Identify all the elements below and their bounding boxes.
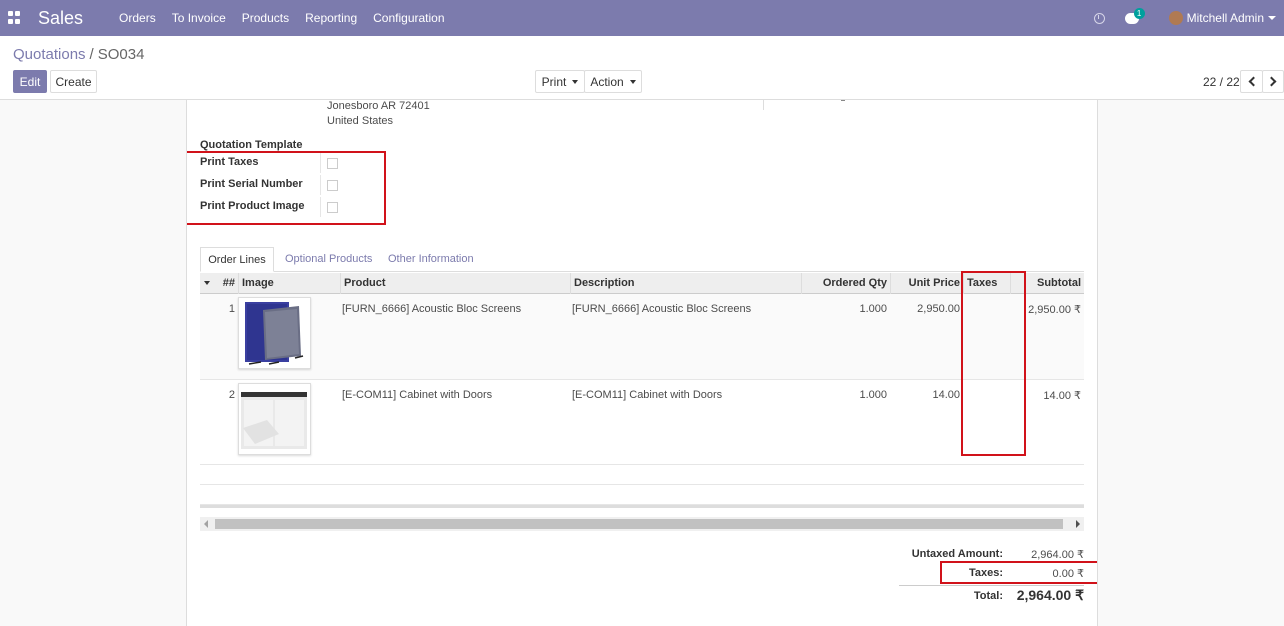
line-product: [E-COM11] Cabinet with Doors <box>342 389 493 401</box>
table-row[interactable]: 2 [E-COM11] Cabinet with Doors [E-COM11]… <box>200 380 1084 465</box>
form-sheet: Jonesboro AR 72401 United States Quotati… <box>186 100 1098 626</box>
highlight-taxes-total <box>940 561 1097 584</box>
address-line-1: Jonesboro AR 72401 <box>327 100 430 112</box>
pager-value[interactable]: 22 / 22 <box>1203 75 1240 89</box>
caret-down-icon[interactable] <box>204 281 210 285</box>
chevron-left-icon <box>1248 76 1258 87</box>
column-unit-price[interactable]: Unit Price <box>890 273 963 294</box>
line-description: [FURN_6666] Acoustic Bloc Screens <box>572 303 752 315</box>
control-panel: Quotations / SO034 Edit Create Print Actio… <box>0 36 1284 100</box>
group-separator <box>763 100 764 110</box>
pager-previous-button[interactable] <box>1240 70 1263 93</box>
column-ordered-qty[interactable]: Ordered Qty <box>801 273 890 294</box>
tab-order-lines[interactable]: Order Lines <box>200 247 274 272</box>
total-value: 2,964.00 ₹ <box>1016 587 1084 603</box>
line-ordered-qty: 1.000 <box>859 389 887 401</box>
clock-icon[interactable] <box>1093 12 1105 24</box>
horizontal-scrollbar[interactable] <box>200 517 1084 531</box>
print-button[interactable]: Print <box>535 70 585 93</box>
menu-products[interactable]: Products <box>234 11 297 25</box>
breadcrumb-separator: / <box>89 46 94 63</box>
edit-button[interactable]: Edit <box>13 70 47 93</box>
column-description[interactable]: Description <box>570 273 801 294</box>
pager-next-button[interactable] <box>1262 70 1284 93</box>
totals-divider <box>899 585 1084 586</box>
line-number: 1 <box>228 303 235 315</box>
chat-icon[interactable]: 1 <box>1124 7 1145 24</box>
action-button[interactable]: Action <box>584 70 642 93</box>
notebook-tabs: Order Lines Optional Products Other Info… <box>200 247 1084 272</box>
tab-other-information[interactable]: Other Information <box>388 247 474 272</box>
line-description: [E-COM11] Cabinet with Doors <box>572 389 723 401</box>
avatar[interactable] <box>1168 11 1183 25</box>
caret-down-icon <box>572 79 579 84</box>
untaxed-amount-label: Untaxed Amount: <box>911 548 1003 560</box>
caret-down-icon <box>629 79 636 84</box>
chevron-right-icon <box>1266 76 1277 87</box>
user-name[interactable]: Mitchell Admin <box>1187 11 1264 25</box>
scroll-right-icon[interactable] <box>1076 520 1080 528</box>
chat-badge: 1 <box>1133 7 1145 19</box>
line-unit-price: 14.00 <box>932 389 960 401</box>
product-image <box>238 297 311 369</box>
menu-configuration[interactable]: Configuration <box>365 11 452 25</box>
column-image[interactable]: Image <box>238 273 340 294</box>
empty-row <box>200 485 1084 505</box>
menu-to-invoice[interactable]: To Invoice <box>164 11 234 25</box>
create-button[interactable]: Create <box>50 70 97 93</box>
menu-orders[interactable]: Orders <box>111 11 164 25</box>
apps-icon[interactable] <box>8 11 22 25</box>
column-number[interactable]: ## <box>214 273 238 294</box>
line-unit-price: 2,950.00 <box>917 303 960 315</box>
breadcrumb-current: SO034 <box>97 46 145 63</box>
cabinet-image <box>241 392 307 449</box>
caret-down-icon[interactable] <box>1268 16 1276 20</box>
order-lines-header: ## Image Product Description Ordered Qty… <box>200 273 1084 294</box>
line-product: [FURN_6666] Acoustic Bloc Screens <box>342 303 522 315</box>
print-label: Print <box>541 74 567 89</box>
app-name[interactable]: Sales <box>38 8 83 29</box>
product-image <box>238 383 311 455</box>
top-navbar: Sales Orders To Invoice Products Reporti… <box>0 0 1284 36</box>
line-ordered-qty: 1.000 <box>859 303 887 315</box>
breadcrumb-quotations[interactable]: Quotations <box>13 46 86 63</box>
line-number: 2 <box>228 389 235 401</box>
empty-row <box>200 465 1084 485</box>
acoustic-screen-image <box>245 302 304 365</box>
menu-reporting[interactable]: Reporting <box>297 11 365 25</box>
column-product[interactable]: Product <box>340 273 570 294</box>
table-footer <box>200 505 1084 508</box>
highlight-print-options <box>187 151 386 225</box>
tab-optional-products[interactable]: Optional Products <box>285 247 372 272</box>
quotation-template-label: Quotation Template <box>200 139 303 151</box>
breadcrumb: Quotations / SO034 <box>13 46 144 63</box>
scrollbar-thumb[interactable] <box>215 519 1063 529</box>
scroll-left-icon[interactable] <box>204 520 208 528</box>
action-label: Action <box>590 74 624 89</box>
highlight-taxes-column <box>961 271 1026 456</box>
clipped-text <box>841 100 845 101</box>
total-label: Total: <box>973 590 1003 602</box>
untaxed-amount-value: 2,964.00 ₹ <box>1031 549 1084 561</box>
table-row[interactable]: 1 [FURN_6666] Acoustic Bloc Screens [FUR… <box>200 294 1084 380</box>
address-line-2: United States <box>327 115 394 127</box>
